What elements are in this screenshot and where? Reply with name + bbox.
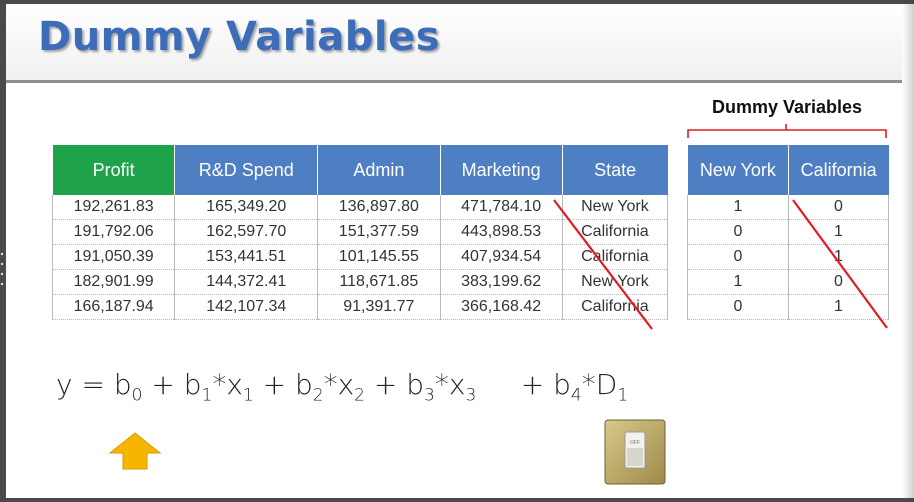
table-row: 166,187.94 142,107.34 91,391.77 366,168.42 C… (51, 294, 669, 320)
column-header-state: State (561, 145, 668, 195)
slide-edge (902, 4, 914, 498)
table-body: 192,261.83 165,349.20 136,897.80 471,784.10… (51, 195, 669, 320)
equation-term: *x2 (323, 368, 365, 406)
light-switch-icon: OFF (604, 419, 666, 485)
brace-icon (687, 124, 887, 138)
dummy-row: 01 (687, 219, 890, 245)
table-cell: 91,391.77 (317, 294, 440, 320)
dummy-cell: 0 (687, 244, 789, 270)
table-cell: 166,187.94 (51, 294, 175, 320)
equation-term: + b4 (476, 368, 582, 406)
column-header-admin: Admin (317, 145, 440, 195)
table-cell: 383,199.62 (439, 269, 563, 295)
table-cell: 142,107.34 (174, 294, 318, 320)
table-row: 191,792.06 162,597.70 151,377.59 443,898.53… (51, 219, 669, 245)
dummy-cell: 1 (687, 195, 789, 220)
column-header-marketing: Marketing (439, 145, 563, 195)
slide: Dummy Variables Profit R&D Spend Admin Mark… (6, 4, 914, 498)
table-cell: California (561, 294, 669, 320)
title-band: Dummy Variables (6, 4, 914, 83)
column-header-r-d-spend: R&D Spend (174, 145, 318, 195)
equation-term: + b1 (142, 368, 213, 406)
table-row: 192,261.83 165,349.20 136,897.80 471,784.10… (51, 195, 669, 220)
equation-term: y = b0 (56, 368, 143, 406)
regression-equation: y = b0 + b1*x1 + b2*x2 + b3*x3 + b4*D1 (56, 368, 628, 406)
table-cell: 118,671.85 (317, 269, 440, 295)
up-arrow-icon (108, 432, 162, 470)
slide-title: Dummy Variables (38, 14, 441, 60)
dummy-row: 01 (687, 244, 890, 270)
dummy-row: 01 (687, 294, 890, 320)
table-cell: 471,784.10 (439, 195, 563, 220)
table-cell: 407,934.54 (439, 244, 563, 270)
equation-term: + b3 (365, 368, 435, 406)
dummy-row: 10 (687, 269, 890, 295)
dummy-header-california: California (787, 145, 889, 195)
dummy-cell: 1 (687, 269, 789, 295)
dummy-cell: 1 (787, 219, 890, 245)
table-header-row: Profit R&D Spend Admin Marketing State (51, 145, 668, 195)
table-cell: 165,349.20 (174, 195, 318, 220)
table-cell: 162,597.70 (174, 219, 318, 245)
equation-term: *x1 (212, 368, 254, 406)
dummy-cell: 0 (787, 269, 890, 295)
table-cell: 443,898.53 (439, 219, 563, 245)
equation-term: *D1 (581, 368, 629, 406)
table-cell: 151,377.59 (317, 219, 440, 245)
table-row: 182,901.99 144,372.41 118,671.85 383,199.62… (51, 269, 669, 295)
table-cell: New York (561, 195, 669, 220)
dummy-header-row: New York California (687, 145, 889, 195)
table-cell: 192,261.83 (51, 195, 175, 220)
table-row: 191,050.39 153,441.51 101,145.55 407,934.54… (51, 244, 669, 270)
table-cell: 191,792.06 (51, 219, 175, 245)
table-cell: 191,050.39 (51, 244, 175, 270)
column-header-profit: Profit (51, 145, 175, 195)
table-cell: 366,168.42 (439, 294, 563, 320)
dummy-cell: 0 (787, 195, 890, 220)
left-edge-marks (0, 252, 4, 286)
data-table: Profit R&D Spend Admin Marketing State 192,2… (51, 145, 669, 320)
table-cell: 182,901.99 (51, 269, 175, 295)
dummy-table: New York California 1001011001 (687, 145, 890, 320)
table-cell: New York (561, 269, 669, 295)
dummy-cell: 0 (687, 219, 789, 245)
table-cell: 144,372.41 (174, 269, 318, 295)
table-cell: 153,441.51 (174, 244, 318, 270)
table-cell: California (561, 219, 669, 245)
table-cell: California (561, 244, 669, 270)
equation-term: *x3 (434, 368, 477, 406)
dummy-cell: 0 (687, 294, 789, 320)
equation-term: + b2 (253, 368, 324, 406)
dummy-table-body: 1001011001 (687, 195, 890, 320)
dummy-variables-label: Dummy Variables (711, 97, 863, 117)
table-cell: 136,897.80 (317, 195, 440, 220)
switch-label: OFF (630, 440, 640, 446)
table-cell: 101,145.55 (317, 244, 440, 270)
dummy-cell: 1 (787, 294, 890, 320)
dummy-cell: 1 (787, 244, 890, 270)
dummy-header-new-york: New York (687, 145, 789, 195)
dummy-row: 10 (687, 195, 890, 220)
